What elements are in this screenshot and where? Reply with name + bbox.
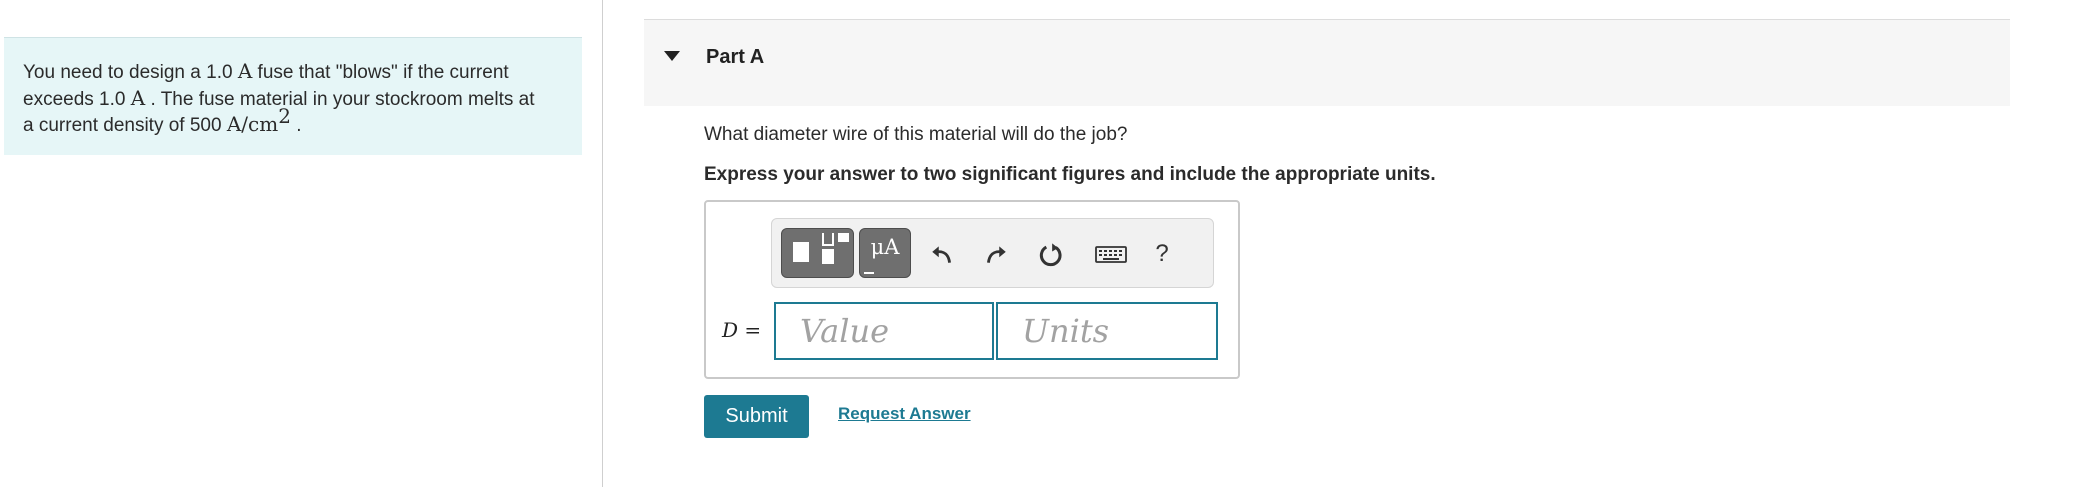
problem-text: fuse that "blows" if the current	[252, 62, 509, 83]
request-answer-link[interactable]: Request Answer	[838, 404, 971, 424]
page: You need to design a 1.0 A fuse that "bl…	[0, 0, 2080, 487]
instruction-text: Express your answer to two significant f…	[704, 164, 1436, 185]
unit-ampere: A	[130, 85, 146, 110]
unit-exponent: 2	[278, 103, 291, 128]
problem-line-3: a current density of 500 A/cm2 .	[23, 106, 582, 139]
problem-line-2: exceeds 1.0 A . The fuse material in you…	[23, 86, 582, 113]
variable-label: D =	[722, 318, 761, 342]
templates-button[interactable]	[781, 228, 854, 278]
symbols-underline	[864, 272, 874, 274]
math-toolbar: μA ?	[771, 218, 1214, 288]
problem-text: a current density of 500	[23, 115, 227, 136]
problem-text: exceeds 1.0	[23, 88, 131, 110]
problem-statement: You need to design a 1.0 A fuse that "bl…	[4, 37, 582, 155]
units-input[interactable]	[996, 302, 1218, 360]
unit-ampere: A	[237, 59, 253, 83]
symbols-button[interactable]: μA	[859, 228, 911, 278]
value-input[interactable]	[774, 302, 994, 360]
problem-text: . The fuse material in your stockroom me…	[145, 88, 535, 110]
undo-icon[interactable]	[925, 237, 959, 271]
redo-icon[interactable]	[979, 237, 1013, 271]
reset-icon[interactable]	[1034, 237, 1068, 271]
help-button[interactable]: ?	[1145, 237, 1179, 271]
problem-text: You need to design a 1.0	[23, 62, 238, 83]
part-header[interactable]: Part A	[644, 19, 2010, 106]
submit-button[interactable]: Submit	[704, 395, 809, 438]
question-text: What diameter wire of this material will…	[704, 124, 1128, 145]
variable-symbol: D	[722, 318, 739, 342]
keyboard-icon[interactable]	[1094, 237, 1128, 271]
equals-sign: =	[738, 318, 762, 342]
symbols-label: μA	[870, 235, 900, 259]
collapse-caret-icon[interactable]	[664, 51, 680, 61]
problem-text: .	[290, 115, 302, 136]
part-title: Part A	[706, 46, 765, 68]
answer-box: μA ? D =	[704, 200, 1240, 379]
panel-divider	[602, 0, 603, 487]
unit-current-density: A/cm	[226, 112, 279, 136]
problem-line-1: You need to design a 1.0 A fuse that "bl…	[23, 59, 582, 86]
